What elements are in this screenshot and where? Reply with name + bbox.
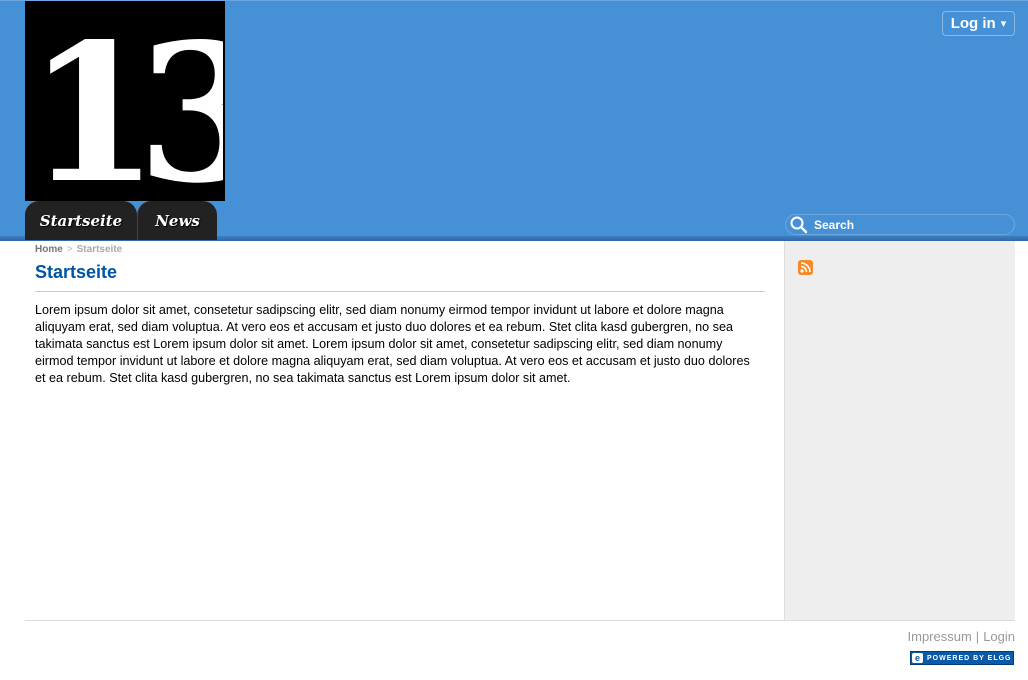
login-button[interactable]: Log in ▾ [942, 11, 1015, 36]
breadcrumb: Home > Startseite [35, 244, 122, 255]
breadcrumb-home-link[interactable]: Home [35, 244, 63, 255]
search-input[interactable] [810, 217, 1004, 232]
badge-text: POWERED BY ELGG [927, 654, 1012, 662]
title-divider [35, 291, 765, 292]
powered-by-elgg-badge[interactable]: e POWERED BY ELGG [910, 651, 1014, 665]
footer-separator: | [975, 629, 980, 644]
rss-icon[interactable] [798, 260, 813, 275]
footer-link-impressum[interactable]: Impressum [908, 629, 972, 644]
sidebar [784, 241, 1015, 620]
tab-label: Startseite [39, 211, 123, 230]
footer-link-login[interactable]: Login [983, 629, 1015, 644]
tab-startseite[interactable]: Startseite [25, 201, 137, 240]
rss-glyph [800, 262, 811, 273]
elgg-logo-icon: e [912, 653, 923, 663]
breadcrumb-separator: > [66, 244, 73, 255]
tab-label: News [155, 211, 200, 230]
site-logo[interactable]: 13 [25, 1, 225, 201]
page-title: Startseite [35, 262, 118, 282]
footer-divider [25, 620, 1015, 621]
search-box[interactable] [785, 214, 1015, 235]
search-icon [790, 216, 808, 234]
logo-text: 13 [27, 2, 223, 202]
breadcrumb-current: Startseite [76, 244, 123, 255]
caret-down-icon: ▾ [1000, 18, 1007, 30]
page-body-text: Lorem ipsum dolor sit amet, consetetur s… [35, 303, 750, 385]
login-label: Log in [950, 15, 996, 32]
tab-news[interactable]: News [137, 201, 217, 240]
footer-links: Impressum | Login [908, 629, 1016, 644]
